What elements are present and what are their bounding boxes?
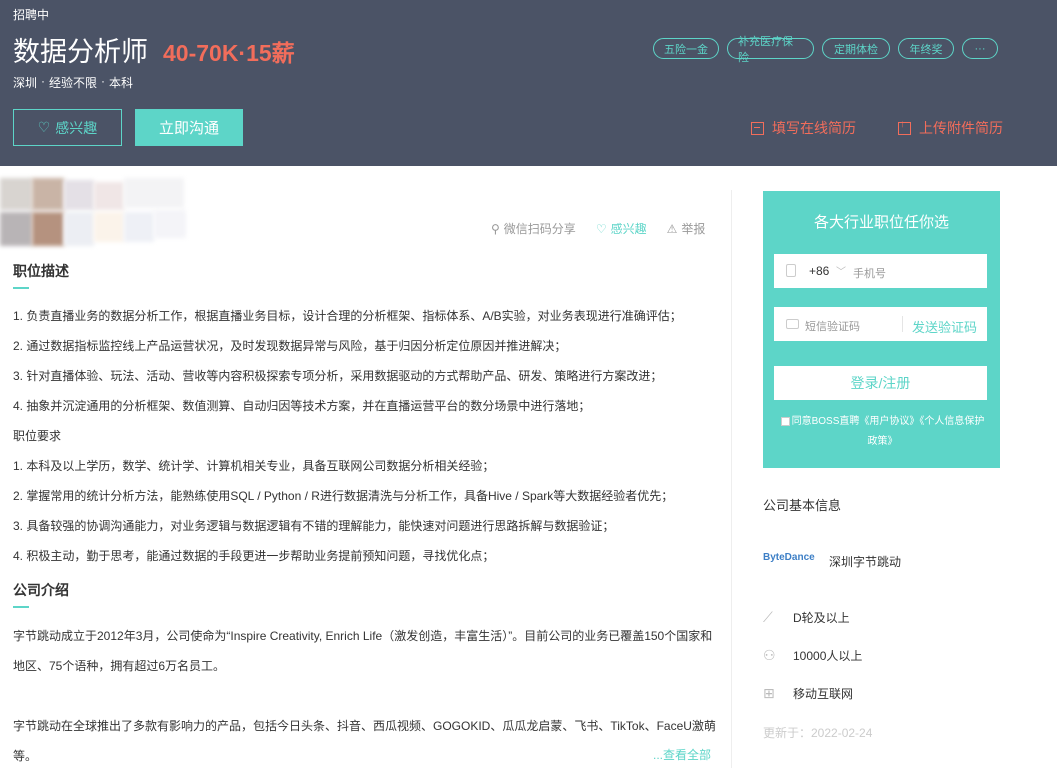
benefit-tag: 定期体检 (822, 38, 890, 59)
interest-link[interactable]: ♡ 感兴趣 (596, 220, 647, 237)
send-code-button[interactable]: 发送验证码 (912, 317, 977, 336)
description-line: 4. 积极主动，勤于思考，能通过数据的手段更进一步帮助业务提前预知问题，寻找优化… (13, 549, 495, 563)
login-title: 各大行业职位任你选 (813, 214, 949, 231)
heart-icon: ♡ (37, 119, 51, 135)
sms-code-field[interactable]: 短信验证码 发送验证码 (774, 307, 987, 341)
description-line: 3. 具备较强的协调沟通能力，对业务逻辑与数据逻辑有不错的理解能力，能快速对问题… (13, 519, 615, 533)
industry-value: 移动互联网 (793, 687, 854, 701)
upload-resume-link[interactable]: 上传附件简历 (898, 118, 1003, 138)
description-line: 4. 抽象并沉淀通用的分析框架、数值测算、自动归因等技术方案，并在直播运营平台的… (13, 399, 591, 413)
report-label: 举报 (681, 222, 706, 236)
report-link[interactable]: ⚠ 举报 (667, 220, 706, 237)
country-code-select[interactable]: +86 (809, 264, 829, 278)
company-industry: ⊞ 移动互联网 (763, 685, 853, 702)
company-intro-line: 字节跳动成立于2012年3月，公司使命为“Inspire Creativity,… (13, 629, 713, 643)
benefit-tag: 补充医疗保险 (727, 36, 814, 64)
chart-icon: ⟋ (763, 609, 773, 625)
form-icon (751, 121, 764, 135)
sms-code-input[interactable]: 短信验证码 (805, 318, 860, 334)
description-line: 1. 本科及以上学历，数学、统计学、计算机相关专业，具备互联网公司数据分析相关经… (13, 459, 495, 473)
company-name[interactable]: 深圳字节跳动 (829, 553, 901, 570)
fill-resume-label: 填写在线简历 (772, 120, 856, 136)
more-tags-button[interactable]: ··· (962, 38, 998, 59)
heart-icon: ♡ (595, 221, 607, 236)
interest-label: 感兴趣 (55, 119, 98, 136)
interest-label: 感兴趣 (610, 222, 647, 236)
wechat-share-link[interactable]: ⚲ 微信扫码分享 (491, 220, 576, 237)
field-separator (902, 316, 903, 332)
salary: 40-70K·15薪 (163, 40, 295, 66)
upload-resume-label: 上传附件简历 (919, 120, 1003, 136)
warning-icon: ⚠ (666, 221, 678, 236)
agreement-text[interactable]: 同意BOSS直聘《用户协议》《个人信息保护 (792, 416, 985, 427)
meta-degree: 本科 (109, 76, 134, 90)
stage-value: D轮及以上 (793, 611, 850, 625)
phone-icon (786, 264, 796, 277)
job-meta: 深圳 · 经验不限 · 本科 (13, 74, 133, 91)
benefit-tag: 五险一金 (653, 38, 719, 59)
description-line: 职位要求 (13, 429, 62, 443)
heading-underline (13, 287, 29, 289)
interest-button[interactable]: ♡ 感兴趣 (13, 109, 122, 146)
benefit-tag: 年终奖 (898, 38, 954, 59)
upload-icon (898, 119, 911, 135)
job-title: 数据分析师 (13, 37, 148, 67)
agreement: 同意BOSS直聘《用户协议》《个人信息保护 政策》 (775, 412, 990, 452)
login-register-button[interactable]: 登录/注册 (774, 366, 987, 400)
meta-sep: · (101, 74, 106, 88)
updated-date: 更新于：2022-02-24 (763, 726, 873, 740)
description-line: 1. 负责直播业务的数据分析工作，根据直播业务目标，设计合理的分析框架、指标体系… (13, 309, 682, 323)
company-intro-line: 等。 (13, 749, 38, 763)
phone-field[interactable]: +86 ﹀ 手机号 (774, 254, 987, 288)
chat-now-button[interactable]: 立即沟通 (135, 109, 243, 146)
description-line: 2. 通过数据指标监控线上产品运营状况，及时发现数据异常与风险，基于归因分析定位… (13, 339, 567, 353)
company-intro-line: 字节跳动在全球推出了多款有影响力的产品，包括今日头条、抖音、西瓜视频、GOGOK… (13, 719, 716, 733)
person-icon: ⚇ (763, 647, 776, 663)
job-description-heading: 职位描述 (13, 263, 69, 279)
job-header: 招聘中 数据分析师 40-70K·15薪 深圳 · 经验不限 · 本科 五险一金… (0, 0, 1057, 166)
company-stage: ⟋ D轮及以上 (763, 609, 850, 626)
benefit-tags: 五险一金 补充医疗保险 定期体检 年终奖 ··· (653, 36, 998, 64)
company-info-heading: 公司基本信息 (763, 498, 842, 513)
description-line: 2. 掌握常用的统计分析方法，能熟练使用SQL / Python / R进行数据… (13, 489, 674, 503)
phone-input[interactable]: 手机号 (853, 265, 886, 281)
description-line: 3. 针对直播体验、玩法、活动、营收等内容积极探索专项分析，采用数据驱动的方式帮… (13, 369, 663, 383)
meta-city: 深圳 (13, 76, 38, 90)
agreement-text-cont[interactable]: 政策》 (868, 436, 898, 447)
fill-resume-link[interactable]: 填写在线简历 (751, 118, 856, 138)
heading-underline (13, 606, 29, 608)
meta-experience: 经验不限 (49, 76, 98, 90)
share-label: 微信扫码分享 (503, 222, 576, 236)
chevron-down-icon: ﹀ (836, 267, 846, 278)
see-all-link[interactable]: ...查看全部 (653, 746, 711, 763)
agree-checkbox[interactable] (780, 416, 790, 426)
meta-sep: · (41, 74, 46, 88)
grid-icon: ⊞ (763, 685, 775, 701)
company-size: ⚇ 10000人以上 (763, 647, 862, 664)
login-panel: 各大行业职位任你选 +86 ﹀ 手机号 短信验证码 发送验证码 登录/注册 同意… (763, 191, 1000, 468)
company-intro-line: 地区、75个语种，拥有超过6万名员工。 (13, 659, 226, 673)
company-intro-heading: 公司介绍 (13, 582, 69, 598)
blurred-recruiter-info (0, 178, 188, 248)
column-divider (731, 190, 732, 768)
message-icon (786, 319, 799, 329)
size-value: 10000人以上 (793, 649, 863, 663)
company-logo[interactable]: ByteDance (763, 552, 815, 563)
recruiting-status: 招聘中 (13, 8, 50, 22)
job-actions: ⚲ 微信扫码分享 ♡ 感兴趣 ⚠ 举报 (491, 220, 705, 237)
link-icon: ⚲ (491, 221, 500, 236)
